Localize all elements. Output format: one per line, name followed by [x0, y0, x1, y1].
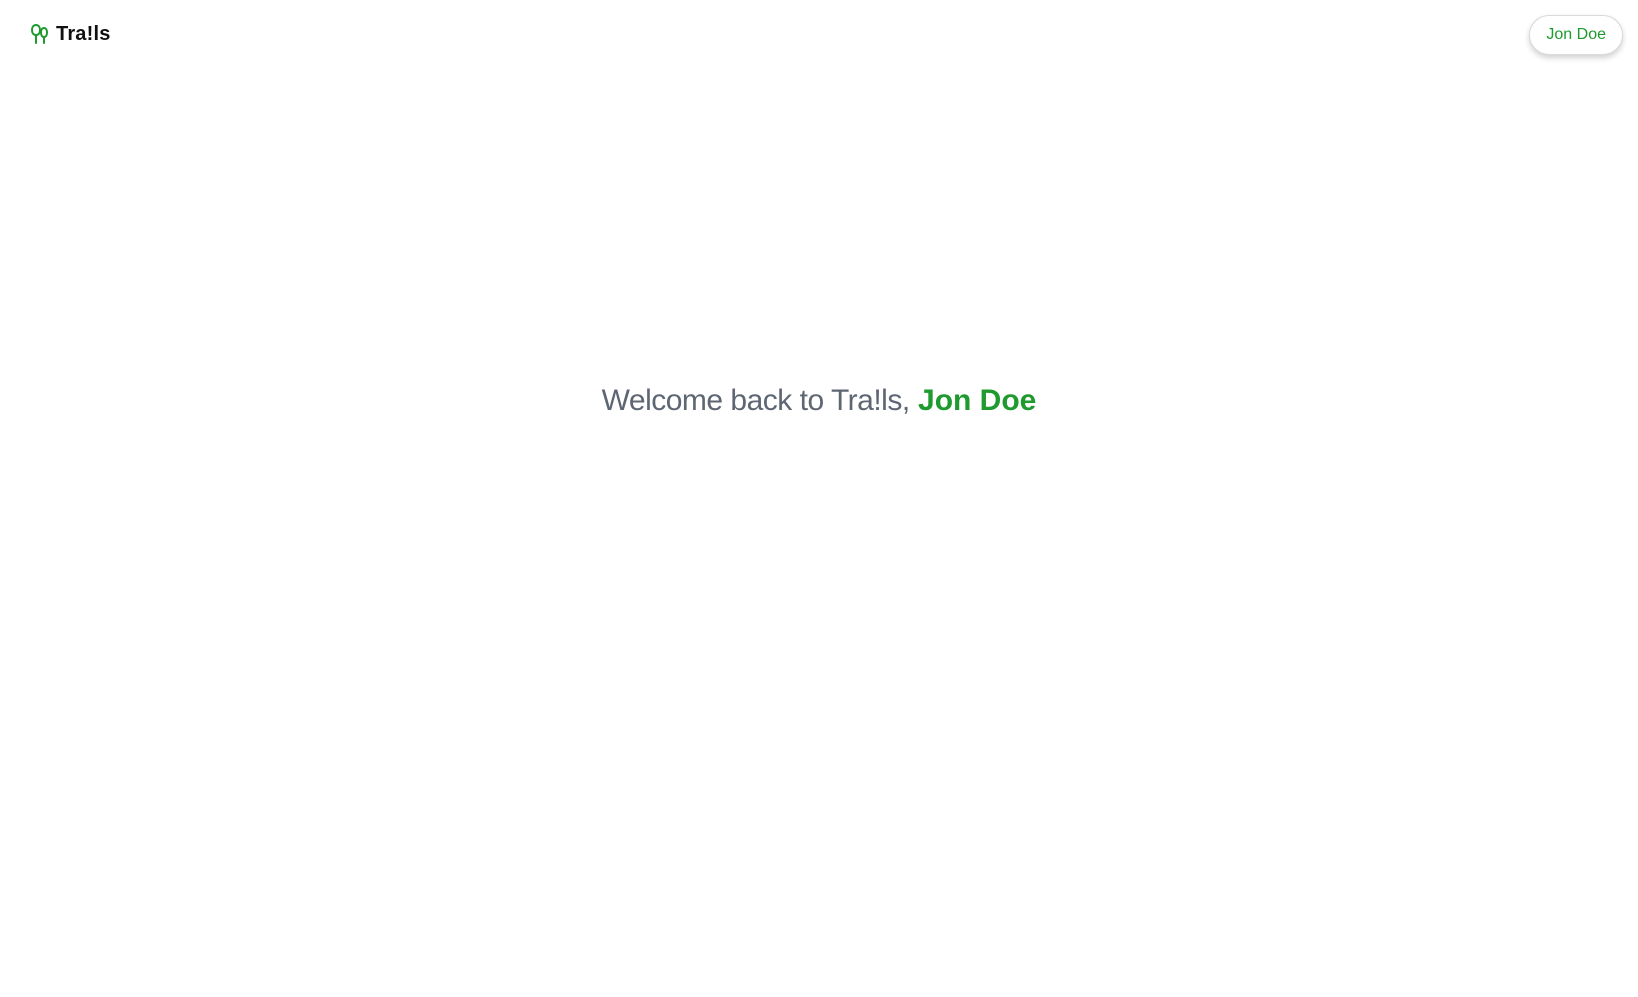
- top-navbar: Tra!ls Jon Doe: [0, 0, 1638, 72]
- welcome-text: Welcome back to Tra!ls,: [601, 384, 911, 417]
- welcome-user-name: Jon Doe: [918, 384, 1037, 417]
- welcome-heading: Welcome back to Tra!ls, Jon Doe: [0, 384, 1638, 418]
- brand-logo-link[interactable]: Tra!ls: [30, 22, 111, 46]
- trees-icon: [30, 22, 50, 46]
- brand-name: Tra!ls: [56, 22, 111, 45]
- user-menu-button[interactable]: Jon Doe: [1529, 15, 1623, 55]
